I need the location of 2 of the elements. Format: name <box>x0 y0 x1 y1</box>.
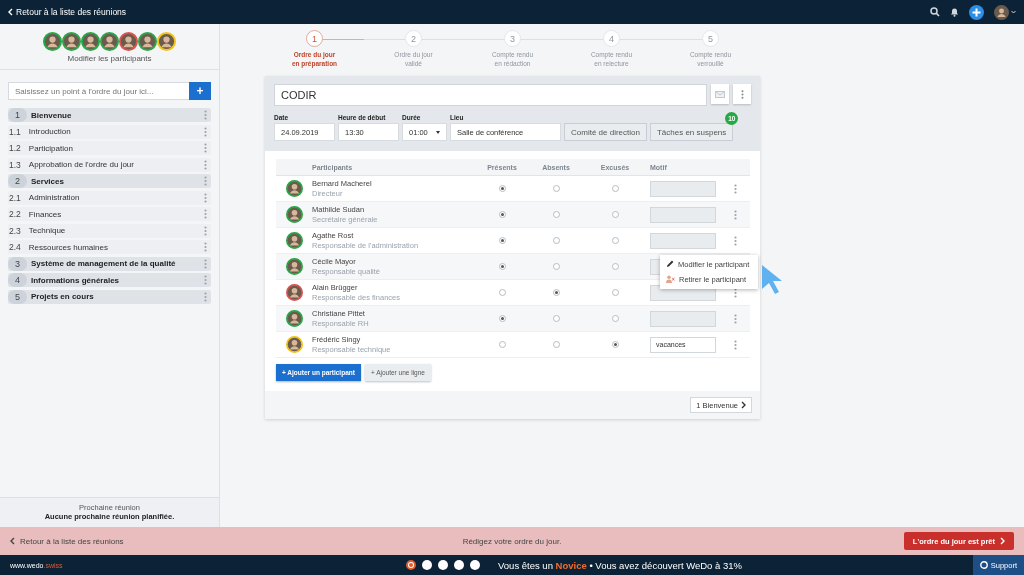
level-status: Vous êtes un Novice • Vous avez découvert WeDo à 31% <box>498 559 743 571</box>
status-message: Rédigez votre ordre du jour. <box>461 536 563 546</box>
